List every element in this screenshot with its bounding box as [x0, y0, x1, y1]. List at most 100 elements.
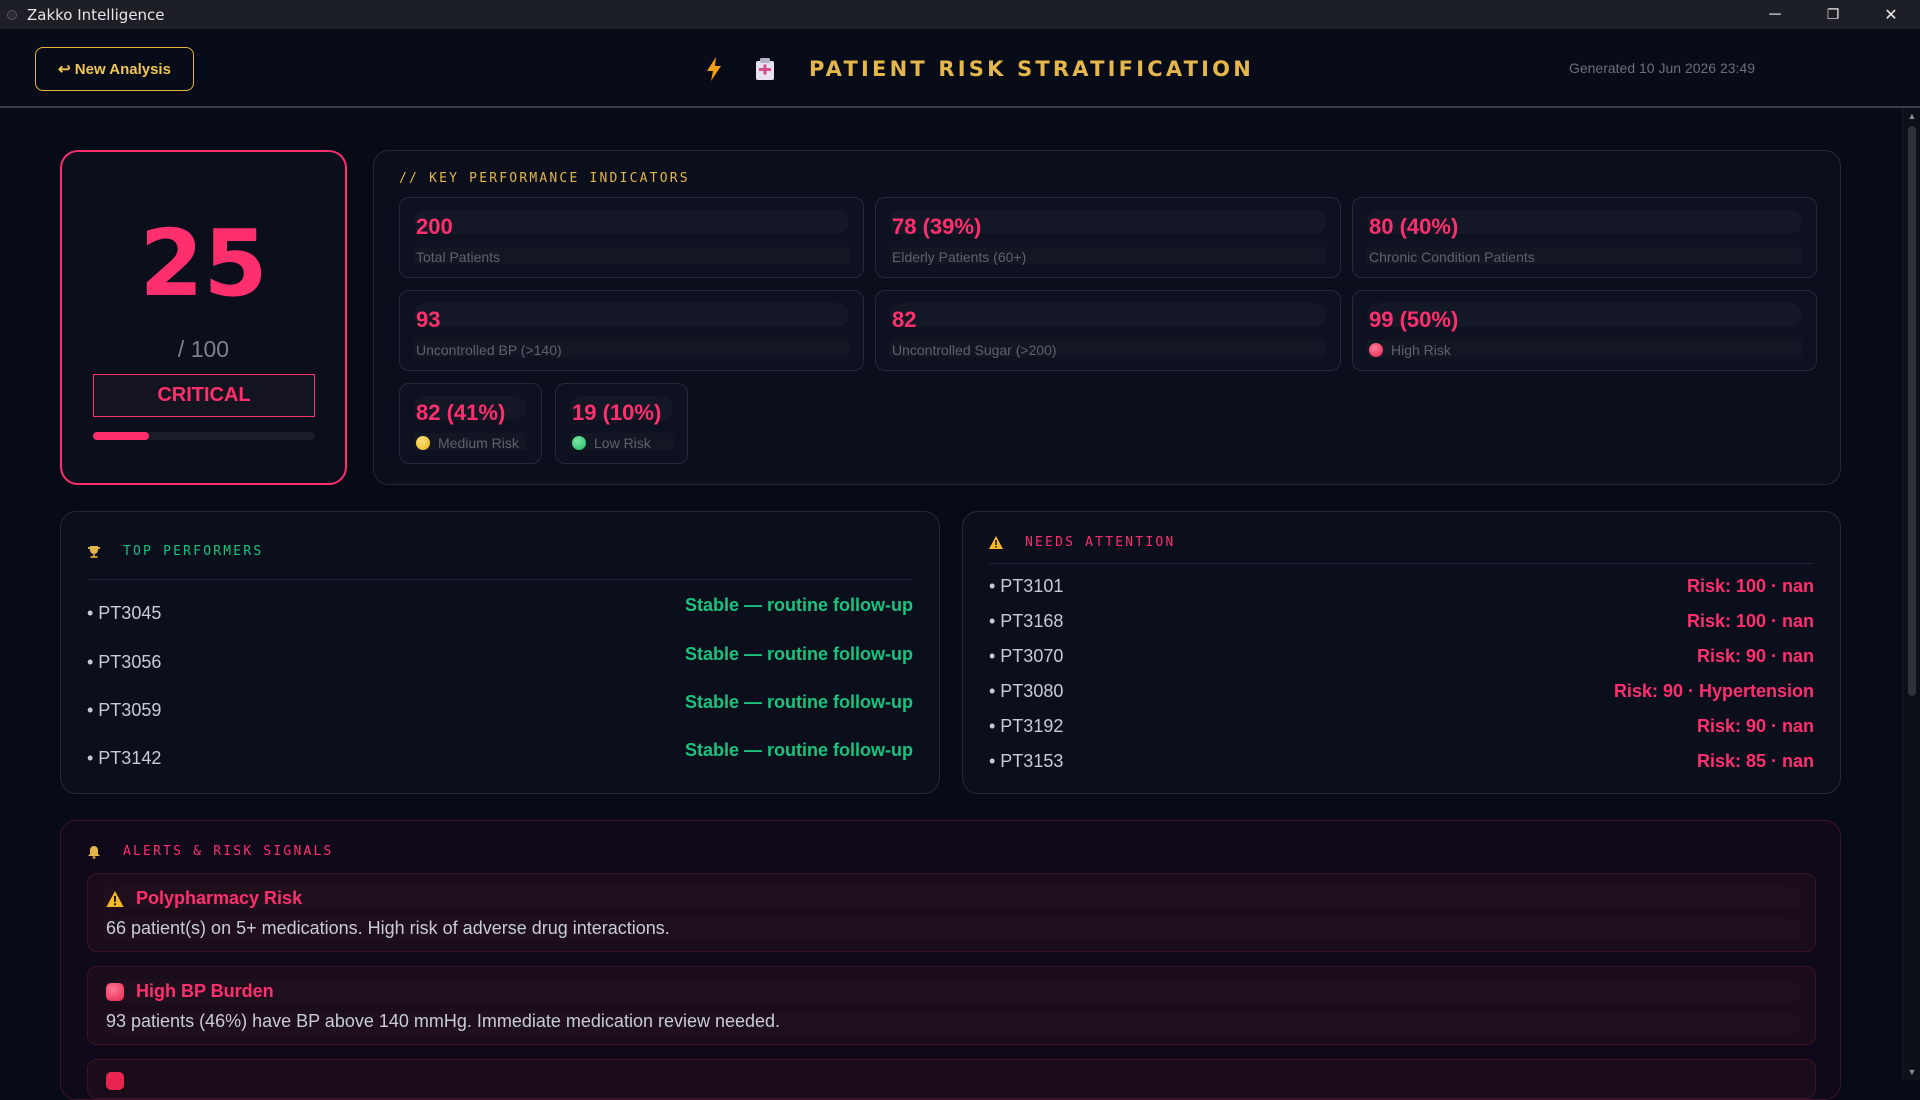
patient-risk: Risk: 90 · nan: [1696, 716, 1814, 736]
window-titlebar: Zakko Intelligence ─ ❐ ✕: [0, 0, 1920, 29]
list-item: • PT3192 Risk: 90 · nan: [989, 716, 1814, 740]
patient-id: • PT3056: [87, 652, 162, 672]
alert-card: High BP Burden 93 patients (46%) have BP…: [87, 966, 1816, 1045]
minimize-button[interactable]: ─: [1746, 0, 1804, 29]
kpi-card-elderly-patients: 78 (39%) Elderly Patients (60+): [875, 197, 1341, 278]
kpi-card-medium-risk: 82 (41%) Medium Risk: [399, 383, 542, 464]
risk-score-bar-fill: [93, 432, 149, 440]
patient-id: • PT3080: [989, 681, 1064, 701]
patient-id: • PT3142: [87, 748, 162, 768]
list-item: • PT3142 Stable — routine follow-up: [87, 740, 913, 770]
kpi-card-uncontrolled-sugar: 82 Uncontrolled Sugar (>200): [875, 290, 1341, 371]
bolt-icon: [707, 57, 721, 81]
risk-score-max: / 100: [177, 336, 230, 362]
patient-id: • PT3045: [87, 603, 162, 623]
yellow-circle-icon: [416, 436, 430, 450]
maximize-button[interactable]: ❐: [1804, 0, 1862, 29]
kpi-label: Total Patients: [416, 249, 501, 265]
divider: [87, 579, 913, 580]
generated-timestamp: Generated 10 Jun 2026 23:49: [1568, 60, 1755, 76]
patient-status: Stable — routine follow-up: [685, 644, 913, 664]
kpi-value: 99 (50%): [1369, 307, 1459, 332]
red-circle-icon: [106, 1072, 124, 1090]
patient-id: • PT3192: [989, 716, 1064, 736]
kpi-value: 78 (39%): [892, 214, 982, 239]
scroll-down-icon[interactable]: ▼: [1907, 1067, 1917, 1077]
alert-card: Polypharmacy Risk 66 patient(s) on 5+ me…: [87, 873, 1816, 952]
kpi-heading: // KEY PERFORMANCE INDICATORS: [399, 171, 690, 186]
red-circle-icon: [106, 982, 124, 1001]
alert-text: 93 patients (46%) have BP above 140 mmHg…: [106, 1011, 781, 1031]
kpi-label: Uncontrolled Sugar (>200): [892, 342, 1057, 358]
patient-risk: Risk: 100 · nan: [1686, 576, 1814, 596]
patient-id: • PT3153: [989, 751, 1064, 771]
patient-risk: Risk: 90 · Hypertension: [1613, 681, 1814, 701]
list-item: • PT3080 Risk: 90 · Hypertension: [989, 681, 1814, 705]
kpi-label: Medium Risk: [416, 435, 519, 451]
patient-risk: Risk: 85 · nan: [1696, 751, 1814, 771]
risk-score-bar: [93, 432, 315, 440]
list-item: • PT3168 Risk: 100 · nan: [989, 611, 1814, 635]
kpi-label: High Risk: [1369, 342, 1451, 358]
scrollbar-thumb[interactable]: [1908, 126, 1916, 696]
warning-icon: [106, 890, 124, 907]
kpi-label: Low Risk: [572, 435, 651, 451]
patient-status: Stable — routine follow-up: [685, 595, 913, 615]
patient-id: • PT3070: [989, 646, 1064, 666]
kpi-card-low-risk: 19 (10%) Low Risk: [555, 383, 688, 464]
patient-risk: Risk: 100 · nan: [1686, 611, 1814, 631]
kpi-value: 82: [892, 307, 917, 332]
list-item: • PT3056 Stable — routine follow-up: [87, 644, 913, 674]
kpi-card-high-risk: 99 (50%) High Risk: [1352, 290, 1817, 371]
scroll-up-icon[interactable]: ▲: [1907, 111, 1917, 121]
needs-attention-heading: NEEDS ATTENTION: [989, 535, 1175, 550]
divider: [989, 563, 1814, 564]
close-button[interactable]: ✕: [1862, 0, 1920, 29]
red-circle-icon: [1369, 343, 1383, 357]
window-title: Zakko Intelligence: [27, 5, 165, 24]
kpi-value: 93: [416, 307, 441, 332]
kpi-value: 19 (10%): [572, 400, 662, 425]
vertical-scrollbar[interactable]: ▲ ▼: [1902, 108, 1920, 1080]
bell-icon: [88, 845, 100, 859]
list-item: • PT3101 Risk: 100 · nan: [989, 576, 1814, 600]
kpi-value: 200: [416, 214, 453, 239]
patient-id: • PT3059: [87, 700, 162, 720]
kpi-value: 80 (40%): [1369, 214, 1459, 239]
alert-text: 66 patient(s) on 5+ medications. High ri…: [106, 918, 670, 938]
patient-id: • PT3168: [989, 611, 1064, 631]
top-performers-heading: TOP PERFORMERS: [87, 544, 263, 559]
risk-score-card: 25 / 100 CRITICAL: [60, 150, 347, 485]
new-analysis-button[interactable]: ↩ New Analysis: [35, 47, 194, 91]
alert-title: Polypharmacy Risk: [106, 888, 302, 909]
list-item: • PT3045 Stable — routine follow-up: [87, 595, 913, 625]
list-item: • PT3153 Risk: 85 · nan: [989, 751, 1814, 775]
patient-id: • PT3101: [989, 576, 1064, 596]
top-performers-panel: TOP PERFORMERS • PT3045 Stable — routine…: [60, 511, 940, 794]
list-item: • PT3070 Risk: 90 · nan: [989, 646, 1814, 670]
alerts-heading: ALERTS & RISK SIGNALS: [87, 844, 334, 859]
alert-card-partial: [87, 1059, 1816, 1099]
risk-status-badge: CRITICAL: [93, 374, 315, 417]
risk-score-value: 25: [139, 210, 268, 317]
page-title: PATIENT RISK STRATIFICATION: [809, 57, 1255, 81]
warning-icon: [989, 536, 1003, 549]
kpi-label: Chronic Condition Patients: [1369, 249, 1535, 265]
trophy-icon: [88, 545, 100, 558]
needs-attention-panel: NEEDS ATTENTION • PT3101 Risk: 100 · nan…: [962, 511, 1841, 794]
patient-status: Stable — routine follow-up: [685, 740, 913, 760]
kpi-panel: // KEY PERFORMANCE INDICATORS 200 Total …: [373, 150, 1841, 485]
kpi-value: 82 (41%): [416, 400, 506, 425]
app-icon: [7, 9, 17, 20]
kpi-card-uncontrolled-bp: 93 Uncontrolled BP (>140): [399, 290, 864, 371]
alerts-panel: ALERTS & RISK SIGNALS Polypharmacy Risk …: [60, 820, 1841, 1100]
alert-title: High BP Burden: [106, 981, 274, 1002]
green-circle-icon: [572, 436, 586, 450]
patient-status: Stable — routine follow-up: [685, 692, 913, 712]
patient-risk: Risk: 90 · nan: [1696, 646, 1814, 666]
kpi-label: Uncontrolled BP (>140): [416, 342, 562, 358]
clipboard-icon: [756, 58, 774, 80]
kpi-card-total-patients: 200 Total Patients: [399, 197, 864, 278]
app-header: ↩ New Analysis PATIENT RISK STRATIFICATI…: [0, 29, 1920, 108]
kpi-label: Elderly Patients (60+): [892, 249, 1027, 265]
